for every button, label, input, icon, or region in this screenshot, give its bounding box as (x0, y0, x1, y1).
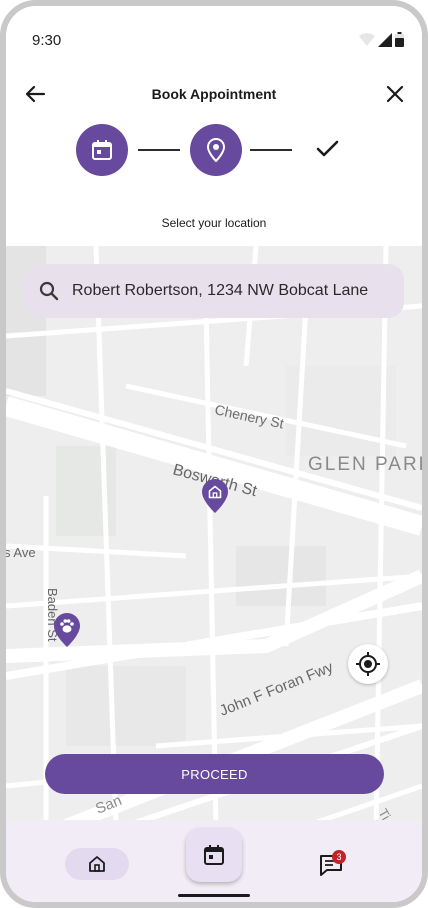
calendar-icon (204, 845, 224, 865)
step-connector (138, 149, 180, 151)
step-connector (250, 149, 292, 151)
crosshair-icon (356, 652, 380, 676)
messages-badge: 3 (332, 850, 346, 864)
step-subtitle: Select your location (161, 216, 267, 230)
my-location-button[interactable] (348, 644, 388, 684)
signal-icon (378, 32, 392, 47)
step-location (190, 124, 242, 176)
status-icons (359, 32, 404, 47)
home-indicator (178, 894, 250, 897)
screen: 9:30 Book Appointment Select your locati… (6, 6, 422, 902)
map-label-glen-park: GLEN PARK (308, 454, 422, 475)
map-view[interactable]: Chenery St GLEN PARK Bosworth St s Ave B… (6, 246, 422, 826)
paw-pin-icon[interactable] (53, 612, 81, 648)
home-pin-icon[interactable] (201, 478, 229, 514)
step-date (76, 124, 128, 176)
page-title: Book Appointment (151, 86, 277, 102)
nav-book-appointment[interactable] (186, 828, 242, 882)
home-icon (89, 856, 105, 872)
status-time: 9:30 (32, 32, 62, 49)
location-search[interactable]: Robert Robertson, 1234 NW Bobcat Lane (24, 264, 404, 318)
nav-home[interactable] (65, 848, 129, 880)
progress-stepper (76, 124, 366, 176)
device-frame: 9:30 Book Appointment Select your locati… (0, 0, 428, 908)
search-icon (39, 281, 59, 301)
proceed-button[interactable]: PROCEED (45, 754, 384, 794)
location-pin-icon (206, 138, 226, 162)
calendar-icon (92, 140, 112, 160)
app-bar: Book Appointment (6, 72, 422, 116)
wifi-icon (359, 32, 375, 46)
checkmark-icon (316, 140, 339, 157)
bottom-navigation: 3 (6, 820, 422, 902)
status-bar: 9:30 (6, 6, 422, 66)
search-input[interactable]: Robert Robertson, 1234 NW Bobcat Lane (72, 282, 368, 300)
battery-icon (395, 32, 404, 47)
map-canvas: Chenery St GLEN PARK Bosworth St s Ave B… (6, 246, 422, 826)
map-label-ave: s Ave (6, 545, 36, 560)
close-icon[interactable] (382, 82, 408, 106)
